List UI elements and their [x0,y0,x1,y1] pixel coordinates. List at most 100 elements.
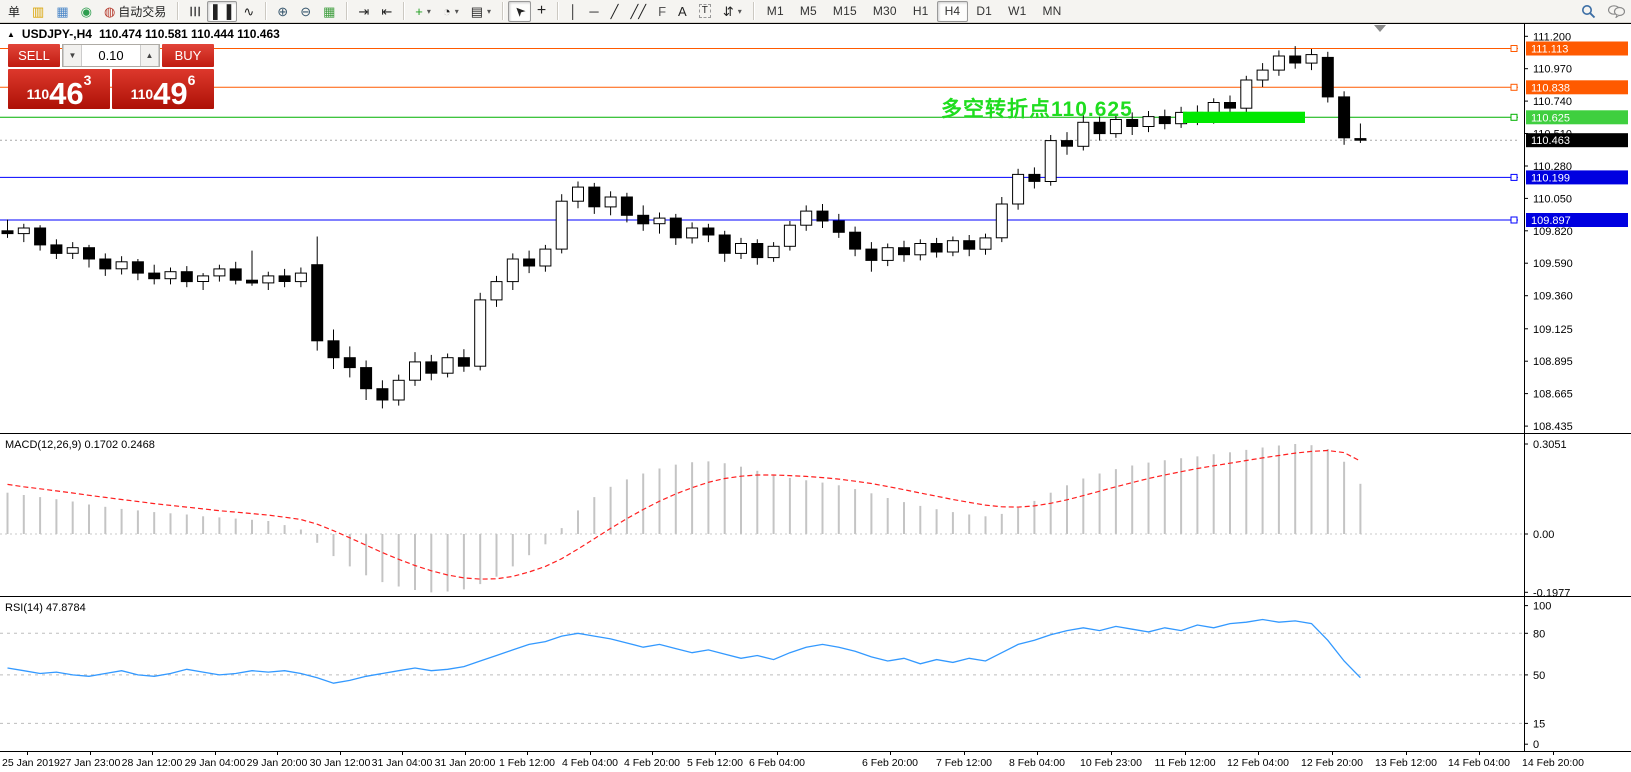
line-anchor-handle[interactable] [1511,217,1517,223]
candle-body [377,389,388,400]
candle-body [621,197,632,215]
text-label-button[interactable]: T [693,1,717,22]
toolbar-separator [177,2,178,20]
timeframe-h4[interactable]: H4 [937,1,969,22]
rsi-tick-label: 100 [1533,601,1551,613]
pivot-highlight-rect[interactable] [1183,112,1305,123]
timeframe-m1-label: M1 [767,4,784,18]
timeframe-m1[interactable]: M1 [759,1,792,22]
timeframe-h1[interactable]: H1 [905,1,937,22]
cursor-button[interactable]: ➤ [508,1,531,22]
sell-price-box[interactable]: 110 46 3 [8,69,110,109]
time-tick [652,752,653,755]
macd-tick-label: -0.1977 [1533,587,1570,596]
candle-body [230,269,241,280]
chart-shift-button[interactable]: ⇤ [375,1,398,22]
periods-button[interactable]: ◔▾ [437,1,465,22]
macd-tick-label: 0.3051 [1533,439,1567,451]
time-axis-label: 28 Jan 12:00 [122,757,183,769]
volume-down-button[interactable]: ▼ [63,45,82,66]
rsi-tick-label: 0 [1533,739,1539,751]
time-axis-label: 6 Feb 04:00 [749,757,805,769]
fibonacci-button[interactable]: F [652,1,672,22]
bar-chart-button[interactable]: ☰ [183,1,207,22]
time-tick [1406,752,1407,755]
time-axis-label: 27 Jan 23:00 [60,757,121,769]
auto-scroll-button[interactable]: ⇥ [352,1,375,22]
rsi-panel-canvas[interactable]: 1008050150RSI(14) 47.8784 [0,596,1631,751]
macd-panel-canvas[interactable]: 0.30510.00-0.1977MACD(12,26,9) 0.1702 0.… [0,433,1631,596]
indicators-button[interactable]: +▾ [409,1,437,22]
timeframe-m30[interactable]: M30 [865,1,905,22]
chart-bg [0,23,1631,433]
zoom-in-button[interactable]: ⊕ [271,1,294,22]
chart-shift-icon: ⇤ [381,5,392,18]
templates-button[interactable]: ▤▾ [465,1,497,22]
sell-button[interactable]: SELL [8,44,60,67]
line-anchor-handle[interactable] [1511,114,1517,120]
ohlc-values-label: 110.474 110.581 110.444 110.463 [99,27,280,41]
candle-body [263,276,274,283]
timeframe-mn-label: MN [1042,4,1061,18]
chat-button[interactable] [1602,1,1631,22]
trendline-button[interactable]: ╱ [605,1,625,22]
terminal-button[interactable]: ◉ [75,1,98,22]
volume-stepper: ▼ 0.10 ▲ [62,44,160,67]
candle-body [899,248,910,255]
new-order-button[interactable]: 单 [2,1,26,22]
macd-indicator-label: MACD(12,26,9) 0.1702 0.2468 [5,439,155,451]
candle-body [475,300,486,366]
crosshair-button[interactable]: + [531,1,552,22]
vertical-line-icon: │ [569,5,577,18]
candle-body [279,276,290,282]
candle-body [507,259,518,282]
timeframe-m5[interactable]: M5 [792,1,825,22]
crosshair-icon: + [537,3,546,19]
one-click-trading-panel: SELL ▼ 0.10 ▲ BUY 110 46 3 110 49 6 [8,44,214,109]
price-chart-canvas[interactable]: 111.200110.970110.740110.510110.280110.0… [0,23,1631,433]
autotrading-icon: ◍ [104,5,115,18]
volume-input[interactable]: 0.10 [82,45,140,66]
sell-price-sup: 3 [84,72,92,88]
tile-windows-button[interactable]: ▦ [317,1,341,22]
price-badge-label: 110.463 [1531,135,1570,147]
search-button[interactable] [1575,1,1602,22]
candle-body [149,273,160,279]
collapse-arrow-icon[interactable]: ▲ [7,30,15,39]
timeframe-w1[interactable]: W1 [1000,1,1034,22]
buy-button[interactable]: BUY [162,44,214,67]
arrows-icon: ⇵ [723,5,734,18]
new-chart-button[interactable]: ▥ [26,1,50,22]
channel-button[interactable]: ╱╱ [624,1,652,22]
time-axis-label: 30 Jan 12:00 [310,757,371,769]
line-anchor-handle[interactable] [1511,84,1517,90]
line-anchor-handle[interactable] [1511,174,1517,180]
timeframe-m15[interactable]: M15 [825,1,865,22]
candle-body [589,187,600,207]
price-tick-label: 110.740 [1533,96,1572,108]
candle-body [996,204,1007,238]
volume-up-button[interactable]: ▲ [140,45,159,66]
timeframe-d1[interactable]: D1 [968,1,1000,22]
chart-title: ▲ USDJPY-,H4 110.474 110.581 110.444 110… [7,27,280,41]
line-chart-button[interactable]: ∿ [237,1,260,22]
text-icon: A [678,5,687,18]
chart-area: 111.200110.970110.740110.510110.280110.0… [0,23,1631,772]
candle-body [1143,117,1154,127]
price-tick-label: 108.895 [1533,356,1573,368]
timeframe-mn[interactable]: MN [1034,1,1069,22]
horizontal-line-button[interactable]: ─ [583,1,604,22]
candle-body [752,244,763,258]
sell-price-big: 46 [49,81,83,106]
vertical-line-button[interactable]: │ [563,1,583,22]
autotrading-button[interactable]: ◍自动交易 [98,1,172,22]
text-button[interactable]: A [672,1,693,22]
arrows-button[interactable]: ⇵▾ [717,1,748,22]
line-anchor-handle[interactable] [1511,46,1517,52]
chat-icon [1608,4,1625,18]
candlestick-chart-button[interactable]: ▌▐ [207,1,237,22]
zoom-out-button[interactable]: ⊖ [294,1,317,22]
buy-price-box[interactable]: 110 49 6 [112,69,214,109]
time-tick [465,752,466,755]
profiles-button[interactable]: ▦ [50,1,74,22]
